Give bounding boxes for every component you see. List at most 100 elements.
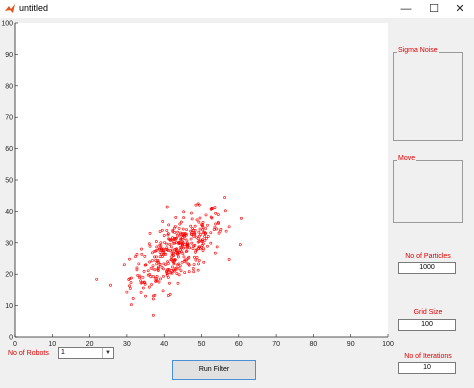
y-tick-label: 80 (5, 83, 13, 90)
particle-point (176, 281, 180, 285)
particle-point (160, 255, 164, 259)
y-tick-label: 40 (5, 209, 13, 216)
x-tick-label: 100 (382, 341, 394, 348)
particle-point (155, 262, 159, 266)
particle-point (148, 244, 152, 248)
particle-point (150, 259, 154, 263)
particle-point (185, 228, 188, 232)
grid-size-input[interactable]: 100 (398, 319, 456, 331)
particle-point (227, 258, 231, 261)
particle-point (201, 228, 205, 232)
particle-point (155, 274, 159, 278)
particle-point (169, 269, 173, 272)
particle-point (182, 246, 185, 250)
particle-point (171, 265, 174, 269)
particle-point (141, 286, 145, 290)
particle-point (240, 216, 243, 220)
particle-point (215, 227, 219, 231)
particle-point (181, 252, 185, 256)
iterations-input[interactable]: 10 (398, 362, 456, 374)
particle-point (227, 225, 231, 229)
particle-point (155, 245, 159, 249)
particle-point (223, 196, 227, 199)
particle-point (177, 273, 181, 277)
particle-point (206, 235, 210, 238)
particle-point (223, 209, 227, 213)
particle-point (189, 237, 193, 241)
particle-point (176, 255, 180, 259)
y-tick-label: 30 (5, 240, 13, 247)
particle-point (185, 239, 189, 243)
particle-point (198, 227, 202, 231)
x-tick-label: 90 (347, 341, 355, 348)
y-tick-label: 90 (5, 52, 13, 59)
particle-point (215, 245, 219, 249)
particle-point (165, 205, 169, 209)
y-tick-label: 10 (5, 303, 13, 310)
particle-point (191, 247, 195, 250)
x-tick-label: 30 (123, 341, 131, 348)
particle-point (193, 224, 197, 228)
robots-selected-value: 1 (61, 349, 65, 356)
particle-point (151, 274, 155, 278)
particle-point (166, 275, 170, 279)
particle-point (198, 216, 202, 220)
particle-point (214, 222, 218, 226)
particle-point (148, 260, 152, 264)
particle-point (195, 256, 199, 259)
particle-point (196, 237, 200, 241)
y-tick-label: 0 (9, 335, 13, 342)
particle-point (139, 291, 143, 294)
particle-point (129, 281, 133, 285)
y-tick-label: 70 (5, 115, 13, 122)
particle-point (139, 279, 143, 283)
particle-point (165, 229, 169, 232)
particle-point (150, 283, 153, 286)
particle-point (188, 246, 191, 250)
grid-size-label: Grid Size (413, 309, 443, 316)
particle-point (189, 224, 193, 228)
particle-point (153, 268, 157, 272)
particle-point (95, 277, 99, 281)
particle-point (194, 258, 198, 262)
particle-point (197, 230, 201, 234)
robots-dropdown[interactable]: 1 ▼ (58, 347, 114, 359)
particle-point (181, 227, 185, 231)
particle-point (212, 228, 216, 232)
particle-point (209, 231, 213, 235)
particle-point (160, 265, 164, 269)
particle-point (204, 227, 208, 231)
particle-point (197, 262, 200, 266)
particle-point (216, 213, 220, 216)
particle-point (163, 241, 166, 244)
particle-point (166, 294, 170, 297)
particle-point (209, 241, 213, 245)
run-filter-button[interactable]: Run Filter (172, 360, 256, 380)
particle-point (196, 268, 200, 272)
particle-point (199, 232, 203, 236)
particle-point (175, 272, 179, 275)
particle-point (213, 251, 217, 255)
particle-point (122, 263, 126, 267)
particle-point (213, 206, 217, 210)
particle-point (161, 289, 165, 293)
y-tick-label: 100 (1, 21, 13, 28)
particle-point (202, 260, 206, 264)
particle-point (131, 296, 135, 300)
particle-point (143, 254, 147, 258)
y-tick-label: 60 (5, 146, 13, 153)
particle-point (160, 228, 164, 232)
particle-point (193, 255, 196, 259)
particle-point (162, 234, 166, 237)
chevron-down-icon[interactable]: ▼ (102, 348, 113, 358)
particles-input[interactable]: 1000 (398, 262, 456, 274)
particle-point (182, 255, 186, 259)
particle-point (182, 216, 185, 220)
particle-point (159, 277, 162, 281)
sigma-noise-title: Sigma Noise (397, 47, 439, 54)
particle-point (192, 263, 196, 266)
particle-point (201, 220, 205, 224)
particle-point (128, 257, 131, 261)
particle-point (137, 262, 141, 266)
particle-point (169, 245, 173, 249)
